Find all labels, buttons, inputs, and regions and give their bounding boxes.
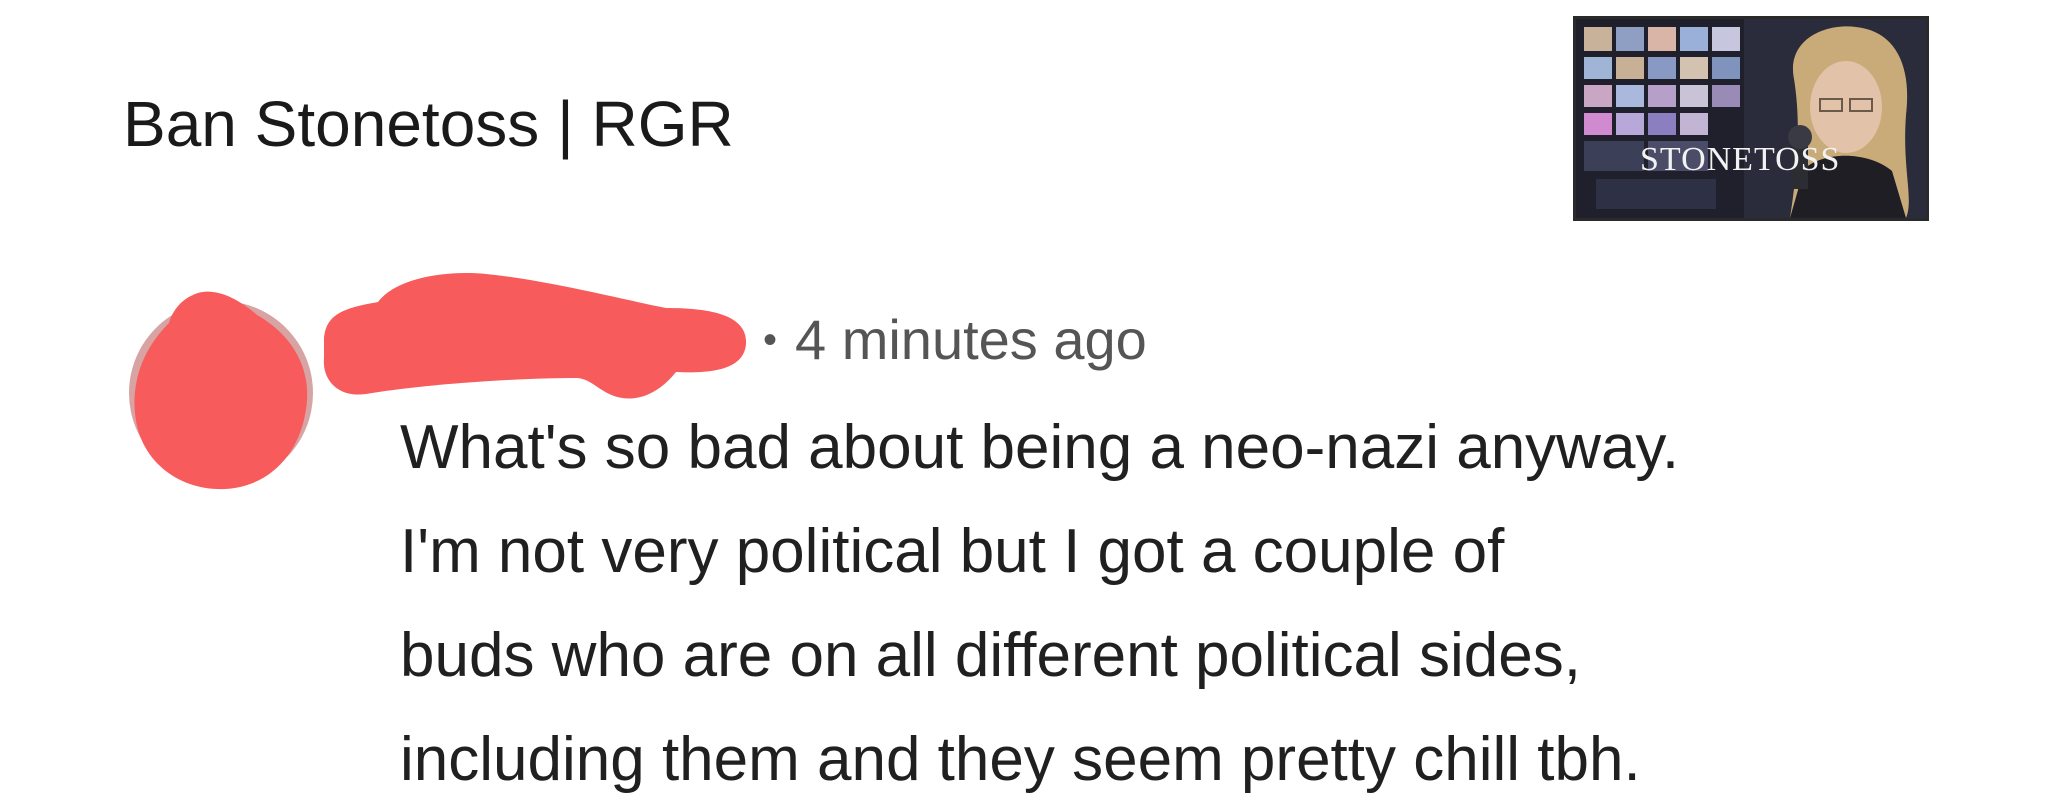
presenter-figure [1744, 19, 1926, 218]
comment-line: including them and they seem pretty chil… [400, 725, 1641, 794]
comment-line: buds who are on all different political … [400, 621, 1581, 690]
video-thumbnail[interactable]: STONETOSS [1573, 16, 1929, 221]
comment-timestamp[interactable]: 4 minutes ago [795, 308, 1147, 371]
comment-line: What's so bad about being a neo-nazi any… [400, 413, 1680, 482]
comment-meta: • 4 minutes ago [763, 300, 1147, 380]
comment-line: I'm not very political but I got a coupl… [400, 517, 1505, 586]
thumbnail-image [1576, 19, 1926, 218]
comment-text: What's so bad about being a neo-nazi any… [400, 396, 1960, 812]
thumbnail-caption: STONETOSS [1640, 141, 1841, 178]
video-title[interactable]: Ban Stonetoss | RGR [123, 80, 734, 168]
redacted-author-name[interactable] [316, 268, 756, 408]
redacted-avatar-icon[interactable] [121, 289, 321, 497]
meta-separator: • [763, 318, 778, 362]
